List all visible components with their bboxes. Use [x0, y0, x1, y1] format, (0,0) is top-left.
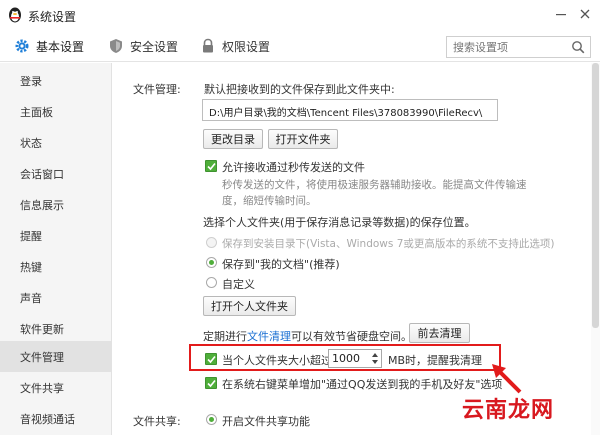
- sidebar-item-chat-window[interactable]: 会话窗口: [0, 158, 111, 189]
- size-reminder-prefix: 当个人文件夹大小超过: [222, 354, 332, 367]
- window-title: 系统设置: [28, 10, 77, 24]
- allow-instant-transfer-label: 允许接收通过秒传发送的文件: [222, 161, 365, 174]
- watermark-logo: 云南龙网: [462, 398, 555, 423]
- sidebar-item-label: 主面板: [20, 105, 53, 119]
- spin-down-icon[interactable]: [371, 359, 379, 366]
- settings-sidebar: 登录 主面板 状态 会话窗口 信息展示 提醒 热键 声音 软件更新 文件管理 文…: [0, 63, 112, 435]
- cleanup-suffix: 可以有效节省硬盘空间。: [291, 330, 412, 343]
- enable-file-sharing-label: 开启文件共享功能: [222, 415, 310, 428]
- sidebar-item-reminder[interactable]: 提醒: [0, 220, 111, 251]
- instant-transfer-desc-line1: 秒传发送的文件，将使用极速服务器辅助接收。能提高文件传输速: [222, 179, 527, 191]
- sidebar-item-label: 文件管理: [20, 350, 64, 364]
- search-icon[interactable]: [571, 40, 585, 54]
- minimize-button[interactable]: [548, 2, 574, 26]
- sidebar-item-label: 登录: [20, 74, 42, 88]
- sidebar-item-main-panel[interactable]: 主面板: [0, 96, 111, 127]
- radio-my-documents-label: 保存到"我的文档"(推荐): [222, 258, 340, 271]
- tab-basic-settings-label: 基本设置: [36, 39, 85, 54]
- radio-custom-label: 自定义: [222, 278, 255, 291]
- instant-transfer-desc-line2: 度，缩短传输时间。: [222, 195, 317, 207]
- sidebar-item-file-management[interactable]: 文件管理: [0, 341, 111, 372]
- title-bar: 系统设置: [0, 0, 600, 30]
- file-cleanup-link[interactable]: 文件清理: [247, 330, 291, 343]
- default-save-folder-text: 默认把接收到的文件保存到此文件夹中:: [204, 83, 395, 96]
- tab-security-settings-label: 安全设置: [130, 39, 179, 54]
- sidebar-item-info-display[interactable]: 信息展示: [0, 189, 111, 220]
- sidebar-item-label: 热键: [20, 260, 42, 274]
- open-folder-button[interactable]: 打开文件夹: [268, 129, 338, 149]
- size-reminder-suffix: MB时，提醒我清理: [388, 354, 483, 367]
- minimize-icon: [556, 14, 566, 16]
- sidebar-item-label: 状态: [20, 136, 42, 150]
- radio-custom[interactable]: [206, 277, 217, 288]
- tab-permission-settings[interactable]: 权限设置: [200, 30, 270, 62]
- sidebar-item-label: 提醒: [20, 229, 42, 243]
- context-menu-checkbox[interactable]: [205, 377, 217, 389]
- tab-basic-settings[interactable]: 基本设置: [14, 30, 84, 62]
- cleanup-prefix: 定期进行: [203, 330, 247, 343]
- context-menu-label: 在系统右键菜单增加"通过QQ发送到我的手机及好友"选项: [222, 378, 503, 391]
- size-limit-value[interactable]: 1000: [332, 352, 360, 365]
- size-limit-stepper[interactable]: 1000: [328, 349, 382, 368]
- file-management-section-label: 文件管理:: [133, 83, 181, 96]
- gear-icon: [15, 39, 29, 53]
- allow-instant-transfer-checkbox[interactable]: [205, 160, 217, 172]
- save-path-field[interactable]: D:\用户目录\我的文档\Tencent Files\378083990\Fil…: [202, 99, 498, 121]
- scroll-thumb[interactable]: [592, 63, 599, 328]
- checkmark-icon: [207, 162, 216, 171]
- sidebar-item-status[interactable]: 状态: [0, 127, 111, 158]
- lock-icon: [203, 38, 213, 53]
- sidebar-item-file-sharing[interactable]: 文件共享: [0, 372, 111, 403]
- radio-install-dir: [206, 237, 217, 248]
- sidebar-item-label: 软件更新: [20, 322, 64, 336]
- checkmark-icon: [207, 355, 216, 364]
- sidebar-item-hotkeys[interactable]: 热键: [0, 251, 111, 282]
- radio-install-dir-label: 保存到安装目录下(Vista、Windows 7或更高版本的系统不支持此选项): [222, 238, 555, 250]
- sidebar-item-label: 信息展示: [20, 198, 64, 212]
- tab-permission-settings-label: 权限设置: [222, 39, 271, 54]
- radio-my-documents[interactable]: [206, 257, 217, 268]
- sidebar-item-login[interactable]: 登录: [0, 65, 111, 96]
- spin-up-icon[interactable]: [371, 351, 379, 358]
- settings-search-box[interactable]: [446, 36, 591, 58]
- checkmark-icon: [207, 379, 216, 388]
- file-sharing-section-label: 文件共享:: [133, 415, 181, 428]
- sidebar-item-label: 文件共享: [20, 381, 64, 395]
- cleanup-text: 定期进行文件清理可以有效节省硬盘空间。: [203, 328, 412, 344]
- sidebar-item-av-call[interactable]: 音视频通话: [0, 403, 111, 434]
- sidebar-item-label: 声音: [20, 291, 42, 305]
- content-scrollbar[interactable]: [591, 63, 600, 435]
- enable-file-sharing-radio[interactable]: [206, 414, 217, 425]
- tab-security-settings[interactable]: 安全设置: [108, 30, 178, 62]
- shield-icon: [110, 39, 122, 53]
- size-reminder-checkbox[interactable]: [205, 353, 217, 365]
- qq-penguin-icon: [9, 7, 21, 23]
- close-button[interactable]: [572, 2, 598, 26]
- personal-folder-title: 选择个人文件夹(用于保存消息记录等数据)的保存位置。: [203, 216, 476, 229]
- sidebar-item-software-update[interactable]: 软件更新: [0, 313, 111, 344]
- annotation-arrow-icon: [492, 364, 522, 394]
- close-icon: [580, 9, 590, 19]
- go-cleanup-button[interactable]: 前去清理: [409, 323, 470, 343]
- open-personal-folder-button[interactable]: 打开个人文件夹: [203, 296, 296, 316]
- sidebar-item-label: 会话窗口: [20, 167, 64, 181]
- change-directory-button[interactable]: 更改目录: [203, 129, 263, 149]
- sidebar-item-label: 音视频通话: [20, 412, 75, 426]
- sidebar-item-sound[interactable]: 声音: [0, 282, 111, 313]
- settings-search-input[interactable]: [453, 39, 565, 55]
